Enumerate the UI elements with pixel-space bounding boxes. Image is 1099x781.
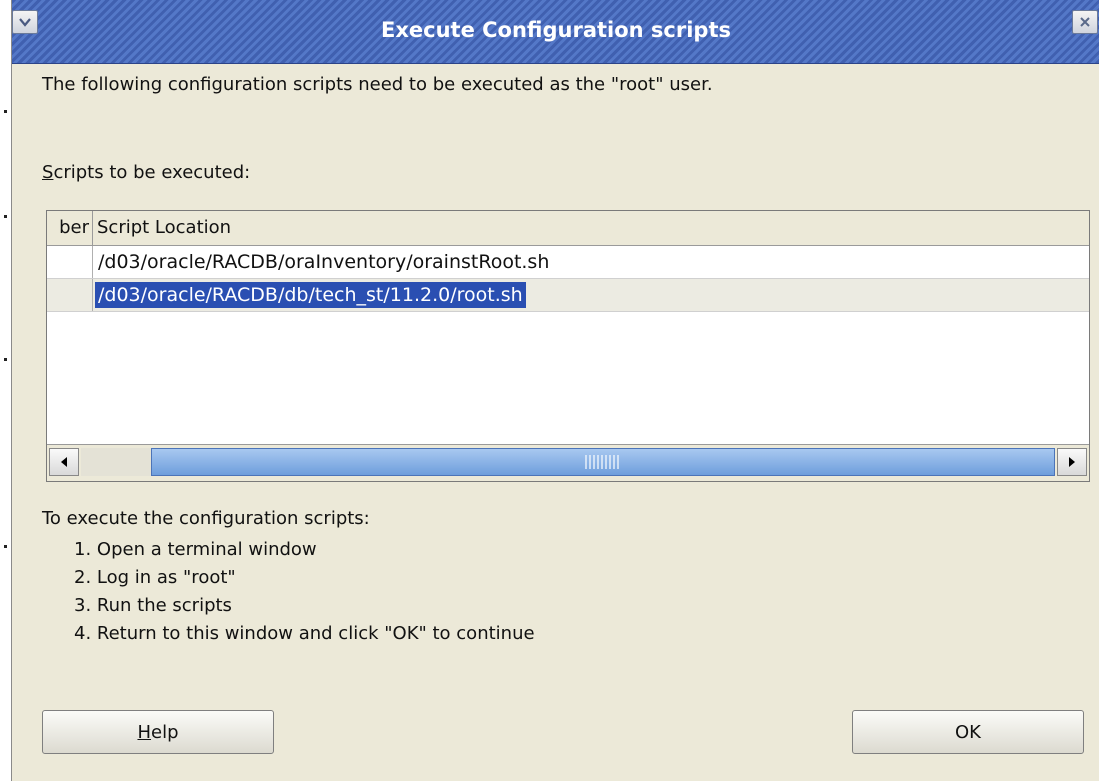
table-row[interactable]: /d03/oracle/RACDB/db/tech_st/11.2.0/root… [47,279,1089,312]
arrow-left-icon [61,457,67,467]
execute-configuration-scripts-dialog: Execute Configuration scripts The follow… [11,0,1099,781]
scripts-label: Scripts to be executed: [42,162,250,183]
script-location-cell-selected[interactable]: /d03/oracle/RACDB/db/tech_st/11.2.0/root… [95,282,526,308]
instructions-steps: 1. Open a terminal window 2. Log in as "… [74,536,535,648]
title-bar[interactable]: Execute Configuration scripts [12,0,1099,64]
table-row[interactable]: /d03/oracle/RACDB/oraInventory/orainstRo… [47,246,1089,279]
column-header-number[interactable]: ber [47,211,93,245]
close-icon [1080,17,1090,27]
instructions-title: To execute the configuration scripts: [42,508,370,529]
scroll-right-button[interactable] [1057,448,1087,476]
scripts-table[interactable]: ber Script Location /d03/oracle/RACDB/or… [46,210,1090,482]
horizontal-scrollbar[interactable] [47,444,1089,481]
scrollbar-thumb[interactable] [151,448,1055,476]
row-number-cell [47,279,93,311]
ok-button[interactable]: OK [852,710,1084,754]
instruction-step: 2. Log in as "root" [74,567,236,588]
help-button[interactable]: Help [42,710,274,754]
instruction-step: 1. Open a terminal window [74,539,317,560]
table-header: ber Script Location [47,211,1089,246]
column-header-script-location[interactable]: Script Location [97,211,231,245]
window-title: Execute Configuration scripts [381,18,731,42]
script-location-cell[interactable]: /d03/oracle/RACDB/oraInventory/orainstRo… [95,249,552,275]
intro-text: The following configuration scripts need… [42,74,713,95]
arrow-right-icon [1069,457,1075,467]
scrollbar-track[interactable] [81,448,1055,476]
instruction-step: 4. Return to this window and click "OK" … [74,623,535,644]
close-button[interactable] [1072,10,1098,34]
scripts-label-rest: cripts to be executed: [53,162,251,183]
help-button-accel: H [137,721,152,743]
scroll-left-button[interactable] [49,448,79,476]
help-button-label: elp [151,721,179,743]
scripts-label-accel: S [42,162,54,183]
instruction-step: 3. Run the scripts [74,595,232,616]
row-number-cell [47,246,93,278]
scrollbar-grip [585,455,621,469]
